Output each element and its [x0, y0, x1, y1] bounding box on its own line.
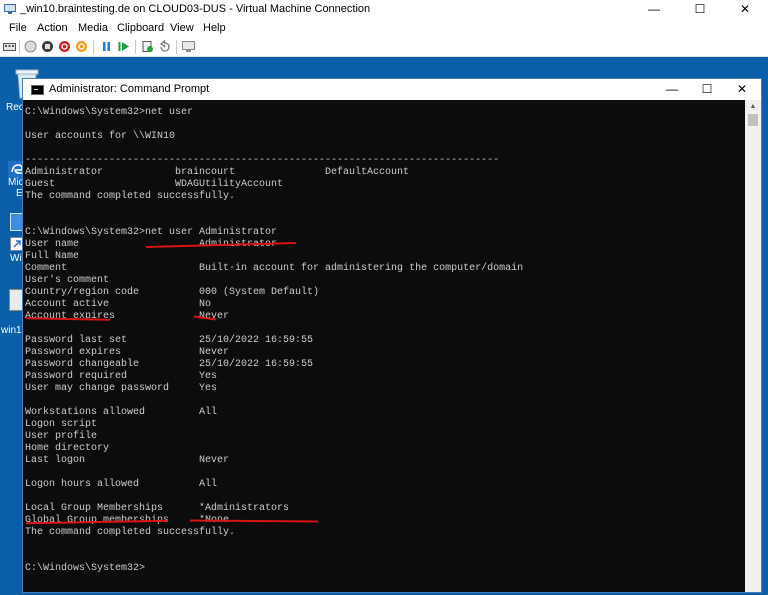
vm-window-title: _win10.braintesting.de on CLOUD03-DUS - …	[20, 3, 371, 15]
toolbar-separator	[19, 40, 20, 54]
menu-clipboard[interactable]: Clipboard	[117, 22, 164, 34]
vm-menubar: File Action Media Clipboard View Help	[0, 19, 768, 37]
enhanced-session-icon[interactable]	[182, 40, 195, 53]
scrollbar-thumb[interactable]	[748, 114, 758, 126]
shut-down-icon[interactable]	[58, 40, 71, 53]
vm-titlebar: _win10.braintesting.de on CLOUD03-DUS - …	[0, 0, 768, 19]
cmd-close-button[interactable]: ✕	[723, 79, 761, 100]
console-line: Account expires Never	[25, 311, 230, 322]
console-line: Password last set 25/10/2022 16:59:55	[25, 335, 314, 346]
console-output[interactable]: C:\Windows\System32>net user User accoun…	[23, 100, 745, 592]
console-line: Password expires Never	[25, 347, 230, 358]
menu-file[interactable]: File	[9, 22, 27, 34]
menu-help[interactable]: Help	[203, 22, 226, 34]
console-line: Guest WDAGUtilityAccount	[25, 179, 284, 190]
console-line: Workstations allowed All	[25, 407, 218, 418]
console-line: Logon hours allowed All	[25, 479, 218, 490]
console-line: User's comment	[25, 275, 110, 286]
checkpoint-icon[interactable]	[141, 40, 154, 53]
cmd-icon	[31, 85, 44, 95]
console-line: Logon script	[25, 419, 98, 430]
console-line: Last logon Never	[25, 455, 230, 466]
console-line: User accounts for \\WIN10	[25, 131, 176, 142]
vm-minimize-button[interactable]: —	[631, 0, 677, 19]
console-line: User may change password Yes	[25, 383, 218, 394]
cmd-minimize-button[interactable]: —	[653, 79, 691, 100]
resume-icon[interactable]	[117, 40, 130, 53]
start-icon[interactable]	[24, 40, 37, 53]
console-line: The command completed successfully.	[25, 191, 236, 202]
turn-off-icon[interactable]	[41, 40, 54, 53]
menu-view[interactable]: View	[170, 22, 194, 34]
save-state-icon[interactable]	[75, 40, 88, 53]
vm-maximize-button[interactable]: ☐	[677, 0, 723, 19]
command-prompt-window: Administrator: Command Prompt — ☐ ✕ C:\W…	[22, 78, 762, 593]
menu-action[interactable]: Action	[37, 22, 68, 34]
console-lines: C:\Windows\System32>net user User accoun…	[25, 107, 523, 575]
ctrl-alt-del-icon[interactable]	[3, 40, 16, 53]
windows-label: Wi	[10, 253, 22, 264]
pause-icon[interactable]	[100, 40, 113, 53]
console-line: C:\Windows\System32>	[25, 563, 146, 574]
console-line: C:\Windows\System32>net user Administrat…	[25, 227, 278, 238]
console-line: Home directory	[25, 443, 110, 454]
cmd-titlebar: Administrator: Command Prompt — ☐ ✕	[23, 79, 761, 100]
toolbar-separator	[93, 40, 94, 54]
console-scrollbar[interactable]: ▲	[745, 100, 761, 592]
console-line: Account active No	[25, 299, 212, 310]
vm-connection-icon	[4, 4, 16, 14]
console-line: Administrator braincourt DefaultAccount	[25, 167, 410, 178]
console-line: Country/region code 000 (System Default)	[25, 287, 320, 298]
console-line: Password changeable 25/10/2022 16:59:55	[25, 359, 314, 370]
console-line: User profile	[25, 431, 98, 442]
menu-media[interactable]: Media	[78, 22, 108, 34]
vm-toolbar	[0, 37, 768, 57]
console-line: Full Name	[25, 251, 80, 262]
toolbar-separator	[135, 40, 136, 54]
console-line: Local Group Memberships *Administrators	[25, 503, 290, 514]
vm-close-button[interactable]: ✕	[722, 0, 768, 19]
cmd-maximize-button[interactable]: ☐	[688, 79, 726, 100]
cmd-window-title: Administrator: Command Prompt	[49, 83, 210, 95]
revert-icon[interactable]	[158, 40, 171, 53]
console-line: Comment Built-in account for administeri…	[25, 263, 524, 274]
toolbar-separator	[176, 40, 177, 54]
scroll-up-arrow-icon[interactable]: ▲	[745, 100, 761, 114]
console-line: The command completed successfully.	[25, 527, 236, 538]
console-line: User name Administrator	[25, 239, 278, 250]
console-line: ----------------------------------------…	[25, 155, 500, 166]
console-line: C:\Windows\System32>net user	[25, 107, 194, 118]
console-line: Password required Yes	[25, 371, 218, 382]
